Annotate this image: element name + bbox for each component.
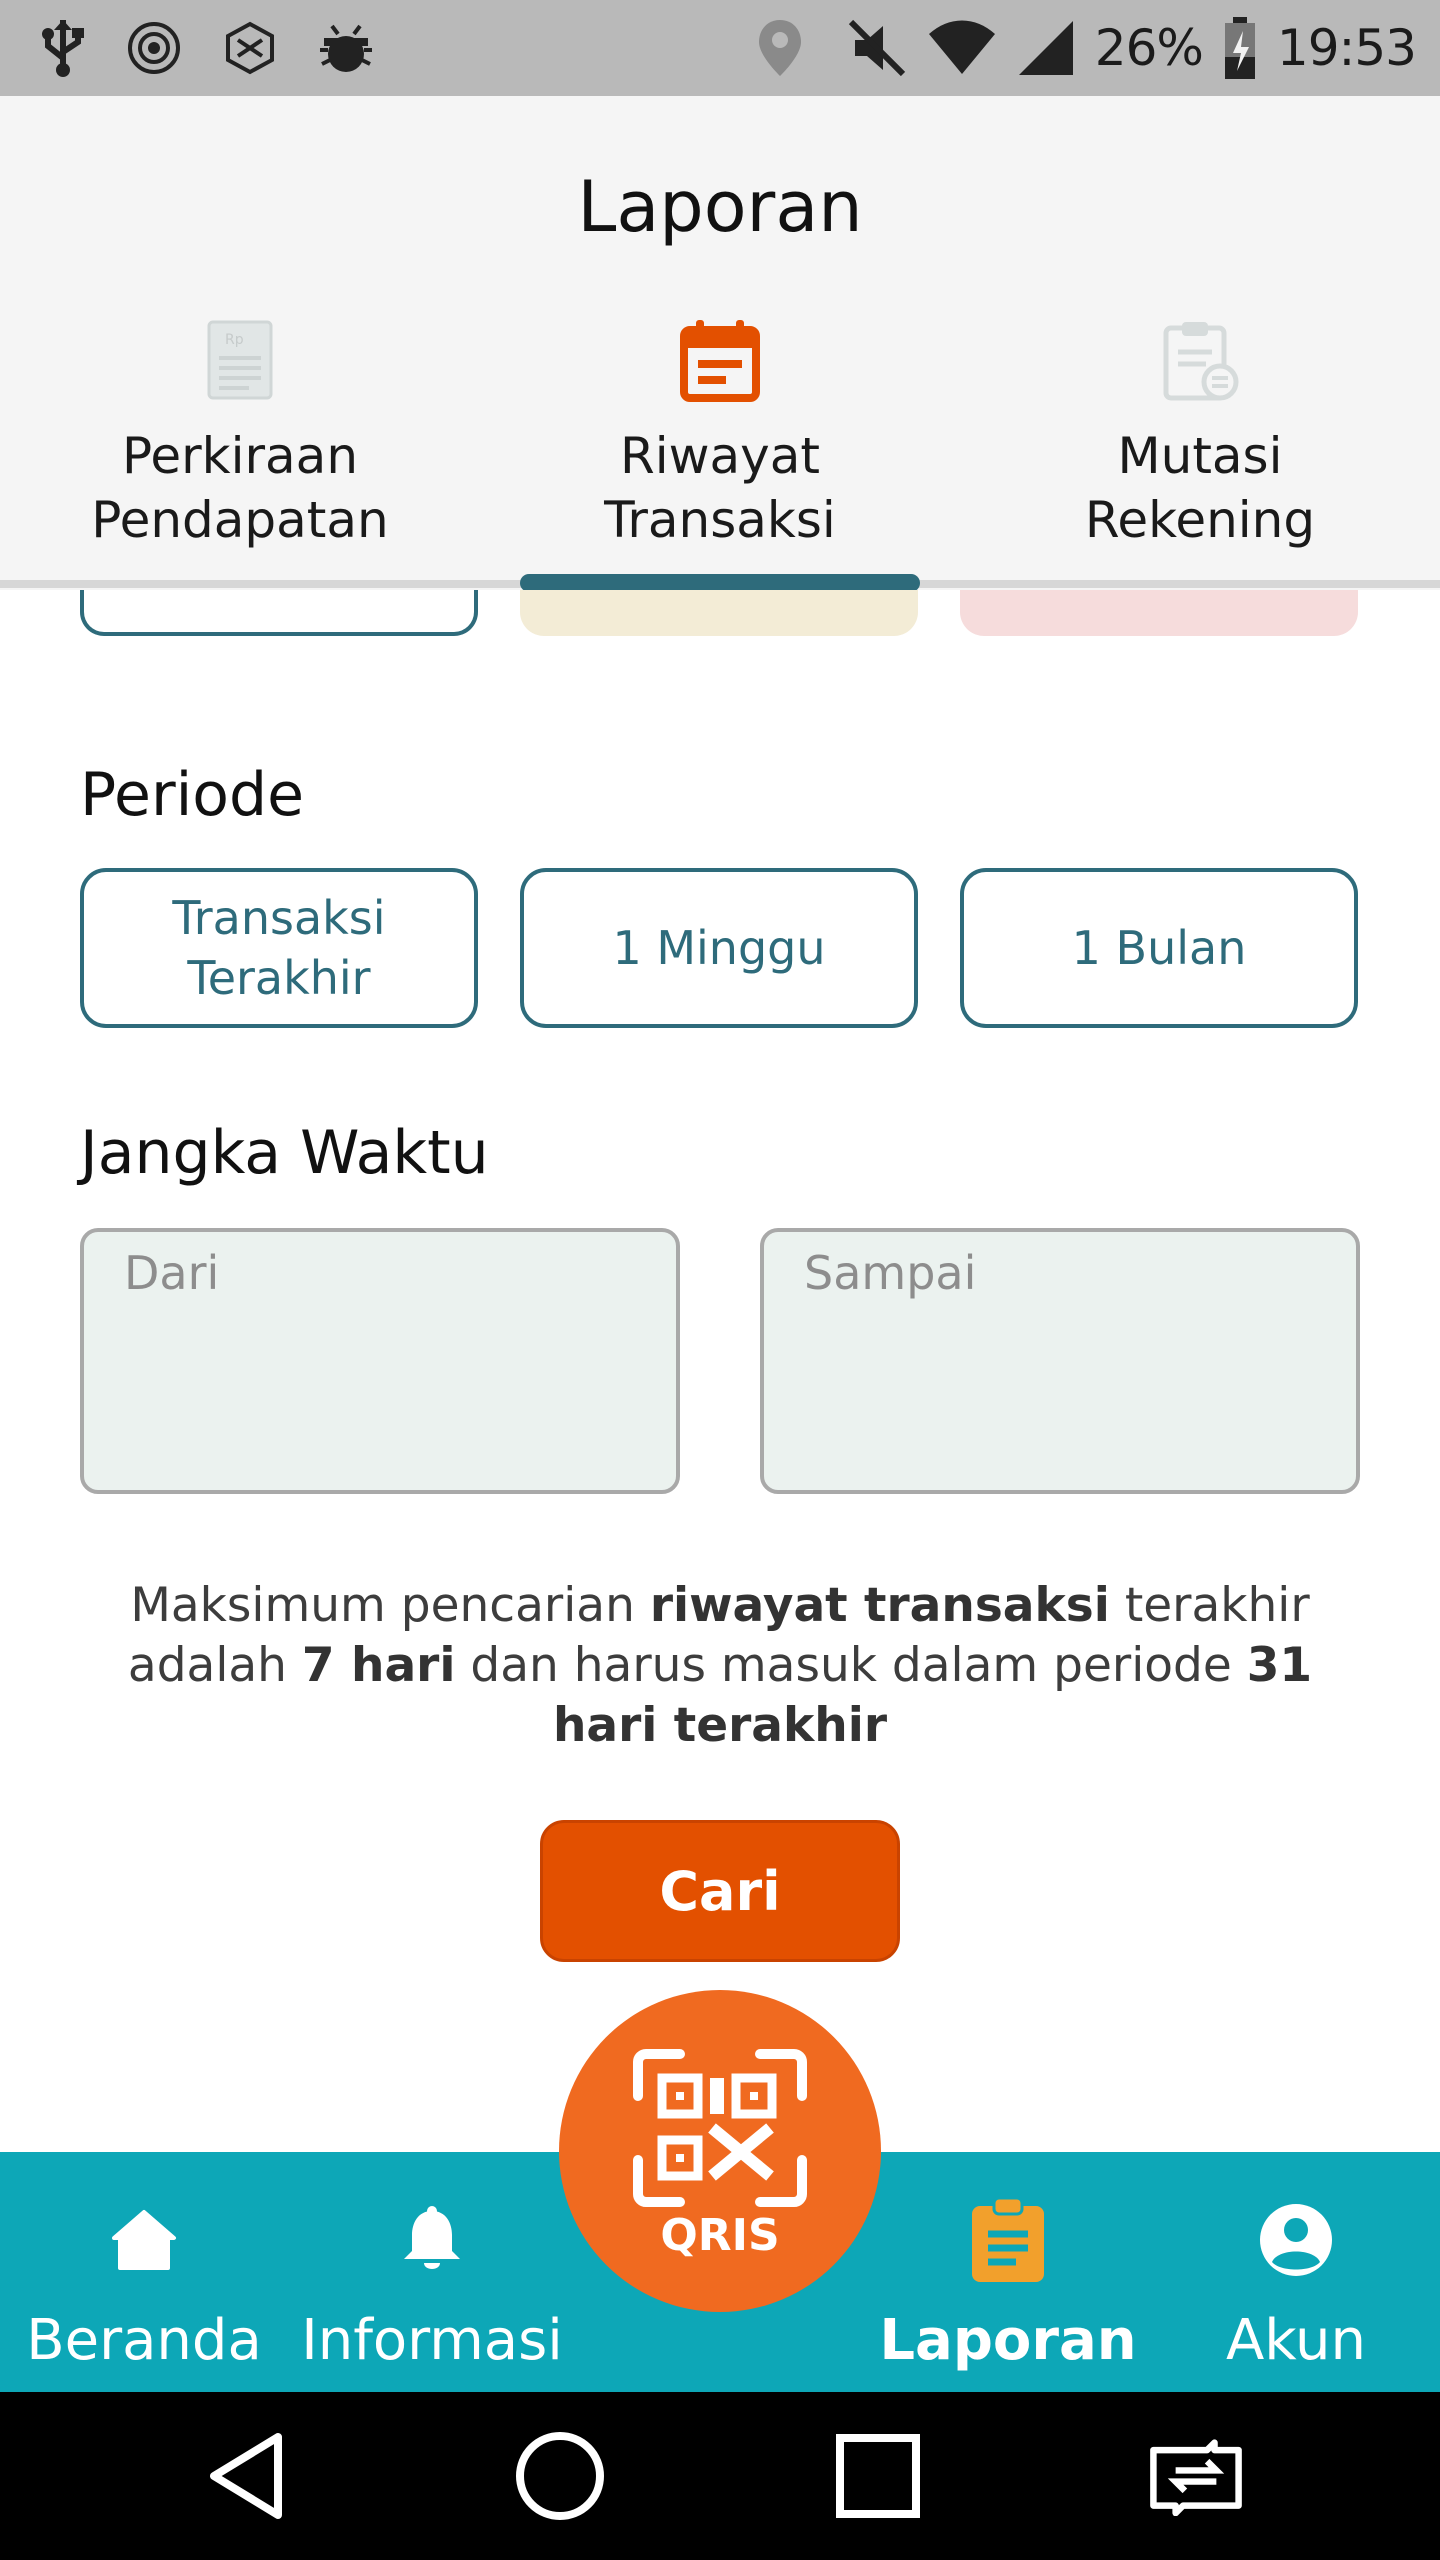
bell-icon bbox=[382, 2190, 482, 2290]
note-text: dan harus masuk dalam periode bbox=[455, 1638, 1247, 1693]
clipboard-transfer-icon bbox=[1150, 310, 1250, 410]
note-text: Maksimum pencarian bbox=[130, 1578, 650, 1633]
nav-item-beranda[interactable]: Beranda bbox=[0, 2152, 288, 2392]
notification-icons bbox=[40, 18, 374, 78]
tab-label-line2: Pendapatan bbox=[91, 491, 389, 549]
system-status: 26% 19:53 bbox=[757, 17, 1417, 79]
settings-notif-icon bbox=[126, 20, 182, 76]
nav-label: Beranda bbox=[26, 2308, 262, 2373]
nav-item-informasi[interactable]: Informasi bbox=[288, 2152, 576, 2392]
note-bold: 7 hari bbox=[301, 1638, 456, 1693]
calendar-icon bbox=[670, 310, 770, 410]
nav-item-akun[interactable]: Akun bbox=[1152, 2152, 1440, 2392]
svg-text:Rp: Rp bbox=[225, 332, 244, 348]
period-1-month-button[interactable]: 1 Bulan bbox=[960, 868, 1358, 1028]
recents-icon[interactable] bbox=[828, 2426, 928, 2526]
account-icon bbox=[1246, 2190, 1346, 2290]
periode-title: Periode bbox=[80, 760, 305, 830]
filter-chip-partial[interactable] bbox=[80, 590, 478, 636]
switch-app-icon[interactable] bbox=[1146, 2426, 1246, 2526]
filter-chip-partial[interactable] bbox=[520, 590, 918, 636]
nav-label: Akun bbox=[1226, 2308, 1366, 2373]
date-from-placeholder: Dari bbox=[124, 1246, 220, 1300]
android-debug-icon bbox=[318, 20, 374, 76]
filter-chip-partial[interactable] bbox=[960, 590, 1358, 636]
usb-icon bbox=[40, 18, 86, 78]
tab-label-line2: Transaksi bbox=[604, 491, 836, 549]
period-last-transaction-button[interactable]: Transaksi Terakhir bbox=[80, 868, 478, 1028]
signal-icon bbox=[1017, 19, 1075, 77]
home-icon bbox=[94, 2190, 194, 2290]
jangka-waktu-title: Jangka Waktu bbox=[80, 1118, 489, 1188]
search-button[interactable]: Cari bbox=[540, 1820, 900, 1962]
clock: 19:53 bbox=[1276, 19, 1417, 77]
date-to-field[interactable]: Sampai bbox=[760, 1228, 1360, 1494]
tab-label: Mutasi Rekening bbox=[1085, 424, 1315, 552]
tab-label-line1: Mutasi bbox=[1117, 427, 1283, 485]
tab-perkiraan-pendapatan[interactable]: Rp Perkiraan Pendapatan bbox=[0, 310, 480, 560]
nav-item-laporan[interactable]: Laporan bbox=[864, 2152, 1152, 2392]
receipt-icon: Rp bbox=[190, 310, 290, 410]
wifi-icon bbox=[927, 20, 997, 76]
battery-charging-icon bbox=[1223, 17, 1257, 79]
period-label-line2: Terakhir bbox=[187, 951, 371, 1005]
tab-label: Perkiraan Pendapatan bbox=[91, 424, 389, 552]
report-tabs: Rp Perkiraan Pendapatan Riwayat Transaks… bbox=[0, 310, 1440, 560]
battery-percent: 26% bbox=[1094, 19, 1204, 77]
nav-label: Informasi bbox=[301, 2308, 563, 2373]
status-bar: 26% 19:53 bbox=[0, 0, 1440, 96]
hex-notif-icon bbox=[222, 20, 278, 76]
location-icon bbox=[757, 18, 803, 78]
period-1-week-button[interactable]: 1 Minggu bbox=[520, 868, 918, 1028]
report-icon bbox=[958, 2190, 1058, 2290]
note-bold: riwayat transaksi bbox=[649, 1578, 1110, 1633]
system-nav-bar bbox=[0, 2392, 1440, 2560]
tab-mutasi-rekening[interactable]: Mutasi Rekening bbox=[960, 310, 1440, 560]
tab-label-line1: Riwayat bbox=[619, 427, 820, 485]
date-from-field[interactable]: Dari bbox=[80, 1228, 680, 1494]
tab-label-line2: Rekening bbox=[1084, 491, 1316, 549]
tab-label: Riwayat Transaksi bbox=[604, 424, 836, 552]
period-label-line1: Transaksi bbox=[172, 891, 386, 945]
report-header: Laporan Rp Perkiraan Pendapatan Riwayat … bbox=[0, 96, 1440, 592]
qris-logo-text: QRIS bbox=[660, 2210, 779, 2261]
date-to-placeholder: Sampai bbox=[804, 1246, 977, 1300]
qris-scan-button[interactable]: QRIS bbox=[559, 1990, 881, 2312]
home-circle-icon[interactable] bbox=[510, 2426, 610, 2526]
qris-logo-icon: QRIS bbox=[633, 2049, 807, 2261]
back-icon[interactable] bbox=[196, 2426, 296, 2526]
tab-riwayat-transaksi[interactable]: Riwayat Transaksi bbox=[480, 310, 960, 560]
nav-label: Laporan bbox=[879, 2308, 1137, 2373]
search-limit-note: Maksimum pencarian riwayat transaksi ter… bbox=[100, 1576, 1340, 1756]
page-title: Laporan bbox=[577, 166, 863, 248]
mute-icon bbox=[847, 18, 907, 78]
tab-label-line1: Perkiraan bbox=[121, 427, 359, 485]
